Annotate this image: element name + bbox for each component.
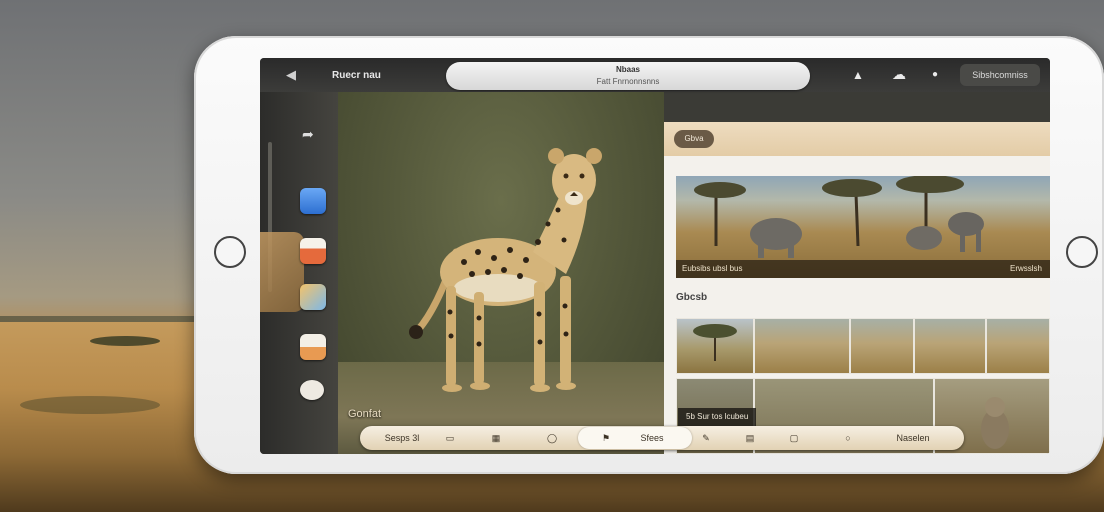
hero-caption-strip: Eubsibs ubsl bus Erwsslsh bbox=[676, 260, 1050, 278]
home-button-right[interactable] bbox=[1066, 236, 1098, 268]
hero-elephant-photo[interactable]: Eubsibs ubsl bus Erwsslsh bbox=[676, 176, 1050, 278]
search-icon[interactable]: ◯ bbox=[542, 426, 562, 450]
app-title: Ruecr nau bbox=[332, 70, 381, 81]
hero-caption-right: Erwsslsh bbox=[1009, 264, 1042, 273]
camera-app-icon[interactable] bbox=[300, 380, 324, 400]
featured-photo[interactable]: Gonfat bbox=[338, 92, 664, 454]
alert-icon[interactable]: ▲ bbox=[852, 68, 864, 82]
toolbar-item-sfees[interactable]: Sfees bbox=[620, 426, 684, 450]
top-bar: ◀ Ruecr nau Nbaas Fatt Fnrnonnsnns ▲ ☁ ●… bbox=[260, 58, 1050, 92]
square-icon[interactable]: ▢ bbox=[784, 426, 804, 450]
photos-app-icon[interactable] bbox=[300, 284, 326, 310]
panel-filter-pill[interactable]: Gbva bbox=[674, 130, 714, 148]
section-title: Gbcsb bbox=[676, 292, 708, 303]
thumbnail-tile[interactable] bbox=[676, 318, 754, 374]
mail-app-icon[interactable] bbox=[300, 238, 326, 264]
hero-caption-left: Eubsibs ubsl bus bbox=[682, 264, 743, 273]
flag-icon[interactable]: ⚑ bbox=[596, 426, 616, 450]
grid-icon[interactable]: ▦ bbox=[486, 426, 506, 450]
calendar-app-icon[interactable] bbox=[300, 334, 326, 360]
share-icon[interactable]: ➦ bbox=[302, 126, 314, 143]
thumbnail-tile[interactable] bbox=[914, 318, 986, 374]
thumbnail-tile[interactable] bbox=[850, 318, 914, 374]
toolbar-item-5[interactable]: Naselen bbox=[880, 426, 946, 450]
dot-icon[interactable]: ● bbox=[932, 69, 938, 80]
tablet-screen: ◀ Ruecr nau Nbaas Fatt Fnrnonnsnns ▲ ☁ ●… bbox=[260, 58, 1050, 454]
subscriptions-button[interactable]: Sibshcomniss bbox=[960, 64, 1040, 86]
cheetah-illustration bbox=[409, 148, 602, 392]
bush bbox=[90, 336, 160, 346]
bush bbox=[20, 396, 160, 414]
address-subtitle: Fatt Fnrnonnsnns bbox=[596, 77, 660, 86]
dock-preview-thumbnail[interactable] bbox=[260, 232, 304, 312]
folder-icon[interactable]: ▤ bbox=[740, 426, 760, 450]
bottom-toolbar: Sesps 3l ▭ ▦ ◯ ⚑ Sfees ✎ ▤ ▢ ○ Naselen bbox=[360, 426, 964, 450]
thumbnail-tile[interactable] bbox=[986, 318, 1050, 374]
panel-header: Gbva bbox=[664, 122, 1050, 156]
circle-icon[interactable]: ○ bbox=[838, 426, 858, 450]
home-button-left[interactable] bbox=[214, 236, 246, 268]
doc-icon[interactable]: ▭ bbox=[440, 426, 460, 450]
content-panel: Gbva Eubsibs ubsl bus Erwsslsh Gbcsb 5b … bbox=[664, 122, 1050, 454]
messages-app-icon[interactable] bbox=[300, 188, 326, 214]
edit-icon[interactable]: ✎ bbox=[696, 426, 716, 450]
thumbnail-tile[interactable] bbox=[754, 318, 850, 374]
animal-icon[interactable]: ☁ bbox=[892, 66, 906, 83]
thumbnail-label: 5b Sur tos lcubeu bbox=[678, 408, 757, 426]
address-bar[interactable]: Nbaas Fatt Fnrnonnsnns bbox=[446, 62, 810, 90]
address-title: Nbaas bbox=[615, 65, 640, 74]
photo-caption: Gonfat bbox=[348, 408, 382, 420]
tablet-device: ◀ Ruecr nau Nbaas Fatt Fnrnonnsnns ▲ ☁ ●… bbox=[194, 36, 1104, 474]
back-arrow-icon[interactable]: ◀ bbox=[286, 67, 296, 83]
toolbar-item-1[interactable]: Sesps 3l bbox=[370, 426, 434, 450]
app-dock: ➦ bbox=[260, 92, 338, 454]
